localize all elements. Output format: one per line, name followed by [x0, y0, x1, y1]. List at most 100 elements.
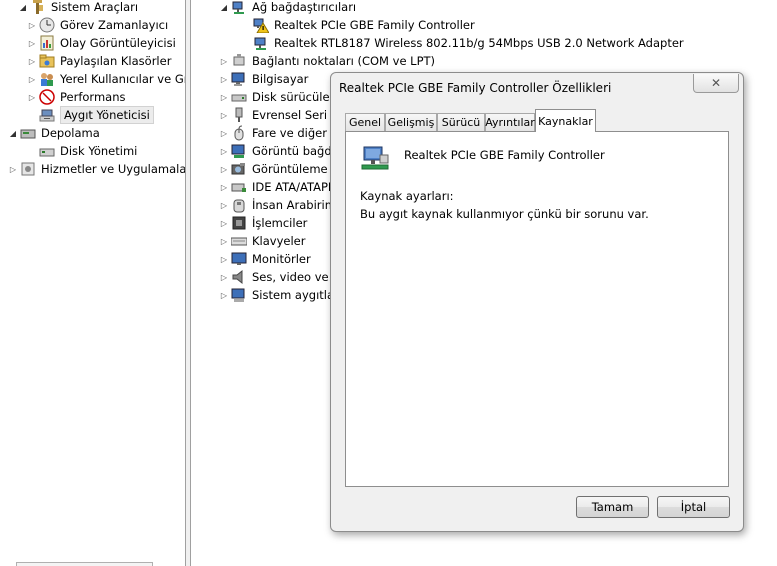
nav-item-services-apps[interactable]: ▷ Hizmetler ve Uygulamalar [8, 160, 185, 178]
network-adapter-icon [360, 145, 392, 173]
expand-arrow-icon[interactable]: ▷ [27, 16, 37, 34]
tab-general[interactable]: Genel [345, 113, 385, 131]
expand-arrow-icon[interactable]: ▷ [219, 52, 229, 70]
dialog-title: Realtek PCIe GBE Family Controller Özell… [339, 81, 612, 95]
tree-item-disk-drives[interactable]: ▷ Disk sürücüleri [219, 88, 338, 106]
nav-item-label: Aygıt Yöneticisi [60, 106, 154, 124]
tab-resources[interactable]: Kaynaklar [535, 109, 596, 132]
properties-dialog: Realtek PCIe GBE Family Controller Özell… [330, 72, 744, 532]
expand-arrow-icon[interactable]: ▷ [27, 34, 37, 52]
ide-icon [231, 179, 247, 195]
tree-item-label: Monitörler [252, 252, 311, 266]
tree-item-label: Disk sürücüleri [252, 90, 338, 104]
port-icon [231, 53, 247, 69]
network-adapter-icon [231, 0, 247, 15]
nav-item-shared-folders[interactable]: ▷ Paylaşılan Klasörler [27, 52, 172, 70]
expand-arrow-icon[interactable]: ▷ [219, 142, 229, 160]
expand-arrow-icon[interactable]: ▷ [219, 196, 229, 214]
mouse-icon [231, 125, 247, 141]
hid-icon [231, 197, 247, 213]
nav-item-label: Olay Görüntüleyicisi [60, 36, 176, 50]
expand-arrow-icon[interactable]: ▷ [219, 106, 229, 124]
nav-item-label: Performans [60, 90, 126, 104]
nav-item-label: Görev Zamanlayıcı [60, 18, 169, 32]
ok-button[interactable]: Tamam [576, 496, 649, 518]
collapse-arrow-icon[interactable]: ◢ [8, 124, 18, 142]
nav-item-label: Paylaşılan Klasörler [60, 54, 172, 68]
cancel-button[interactable]: İptal [657, 496, 730, 518]
disk-drive-icon [231, 89, 247, 105]
computer-icon [231, 71, 247, 87]
expand-arrow-icon[interactable]: ▷ [219, 286, 229, 304]
device-name: Realtek PCIe GBE Family Controller [404, 148, 605, 162]
tree-item-label: Sistem aygıtları [252, 288, 342, 302]
nav-item-system-tools[interactable]: ◢ Sistem Araçları [18, 0, 138, 16]
nav-item-event-viewer[interactable]: ▷ Olay Görüntüleyicisi [27, 34, 176, 52]
event-viewer-icon [39, 35, 55, 51]
nav-item-device-manager[interactable]: Aygıt Yöneticisi [39, 106, 154, 124]
usb-icon [231, 107, 247, 123]
expand-arrow-icon[interactable]: ▷ [219, 124, 229, 142]
tree-item-system-devices[interactable]: ▷ Sistem aygıtları [219, 286, 342, 304]
resource-status-message: Bu aygıt kaynak kullanmıyor çünkü bir so… [360, 207, 649, 221]
expand-arrow-icon[interactable]: ▷ [219, 88, 229, 106]
device-manager-icon [39, 107, 55, 123]
expand-arrow-icon[interactable]: ▷ [219, 214, 229, 232]
resources-tab-panel: Realtek PCIe GBE Family Controller Kayna… [345, 131, 729, 487]
close-icon: ✕ [710, 76, 722, 90]
shared-folder-icon [39, 53, 55, 69]
tree-item-realtek-pcie[interactable]: Realtek PCIe GBE Family Controller [253, 16, 475, 34]
clock-icon [39, 17, 55, 33]
tree-item-network-adapters[interactable]: ◢ Ağ bağdaştırıcıları [219, 0, 356, 16]
nav-item-label: Sistem Araçları [51, 0, 139, 14]
tab-advanced[interactable]: Gelişmiş [385, 113, 437, 131]
tree-item-computer[interactable]: ▷ Bilgisayar [219, 70, 308, 88]
expand-arrow-icon[interactable]: ▷ [27, 88, 37, 106]
resource-settings-label: Kaynak ayarları: [360, 189, 454, 203]
nav-item-local-users[interactable]: ▷ Yerel Kullanıcılar ve Gru [27, 70, 185, 88]
pane-splitter[interactable] [185, 0, 191, 566]
collapse-arrow-icon[interactable]: ◢ [18, 0, 28, 16]
tree-item-label: Bilgisayar [252, 72, 309, 86]
expand-arrow-icon[interactable]: ▷ [219, 268, 229, 286]
nav-item-storage[interactable]: ◢ Depolama [8, 124, 100, 142]
expand-arrow-icon[interactable]: ▷ [27, 52, 37, 70]
tree-item-label: Ağ bağdaştırıcıları [252, 0, 357, 14]
expand-arrow-icon[interactable]: ▷ [219, 160, 229, 178]
nav-item-label: Disk Yönetimi [60, 144, 138, 158]
expand-arrow-icon[interactable]: ▷ [219, 232, 229, 250]
tree-item-label: Realtek RTL8187 Wireless 802.11b/g 54Mbp… [274, 36, 684, 50]
tree-item-label: Realtek PCIe GBE Family Controller [274, 18, 475, 32]
system-device-icon [231, 287, 247, 303]
tree-item-keyboards[interactable]: ▷ Klavyeler [219, 232, 306, 250]
tools-icon [30, 0, 46, 15]
expand-arrow-icon[interactable]: ▷ [219, 70, 229, 88]
close-button[interactable]: ✕ [693, 74, 739, 93]
tree-item-label: İşlemciler [252, 216, 308, 230]
nav-item-performance[interactable]: ▷ Performans [27, 88, 125, 106]
tab-driver[interactable]: Sürücü [437, 113, 485, 131]
display-adapter-icon [231, 143, 247, 159]
expand-arrow-icon[interactable]: ▷ [219, 250, 229, 268]
tree-item-ports[interactable]: ▷ Bağlantı noktaları (COM ve LPT) [219, 52, 435, 70]
services-icon [20, 161, 36, 177]
tree-item-label: Bağlantı noktaları (COM ve LPT) [252, 54, 436, 68]
nav-item-task-scheduler[interactable]: ▷ Görev Zamanlayıcı [27, 16, 168, 34]
nav-item-disk-management[interactable]: Disk Yönetimi [39, 142, 137, 160]
monitor-icon [231, 251, 247, 267]
users-icon [39, 71, 55, 87]
expand-arrow-icon[interactable]: ▷ [27, 70, 37, 88]
tree-item-realtek-wireless[interactable]: Realtek RTL8187 Wireless 802.11b/g 54Mbp… [253, 34, 684, 52]
network-card-icon [253, 35, 269, 51]
navigation-pane: ◢ Sistem Araçları ▷ Görev Zamanlayıcı ▷ … [0, 0, 185, 566]
processor-icon [231, 215, 247, 231]
tree-item-monitors[interactable]: ▷ Monitörler [219, 250, 311, 268]
expand-arrow-icon[interactable]: ▷ [219, 178, 229, 196]
network-warning-icon [253, 17, 270, 34]
collapse-arrow-icon[interactable]: ◢ [219, 0, 229, 16]
tab-details[interactable]: Ayrıntılar [485, 113, 535, 131]
tree-item-label: Klavyeler [252, 234, 306, 248]
expand-arrow-icon[interactable]: ▷ [8, 160, 18, 178]
horizontal-scrollbar[interactable] [16, 562, 153, 566]
tree-item-processors[interactable]: ▷ İşlemciler [219, 214, 307, 232]
